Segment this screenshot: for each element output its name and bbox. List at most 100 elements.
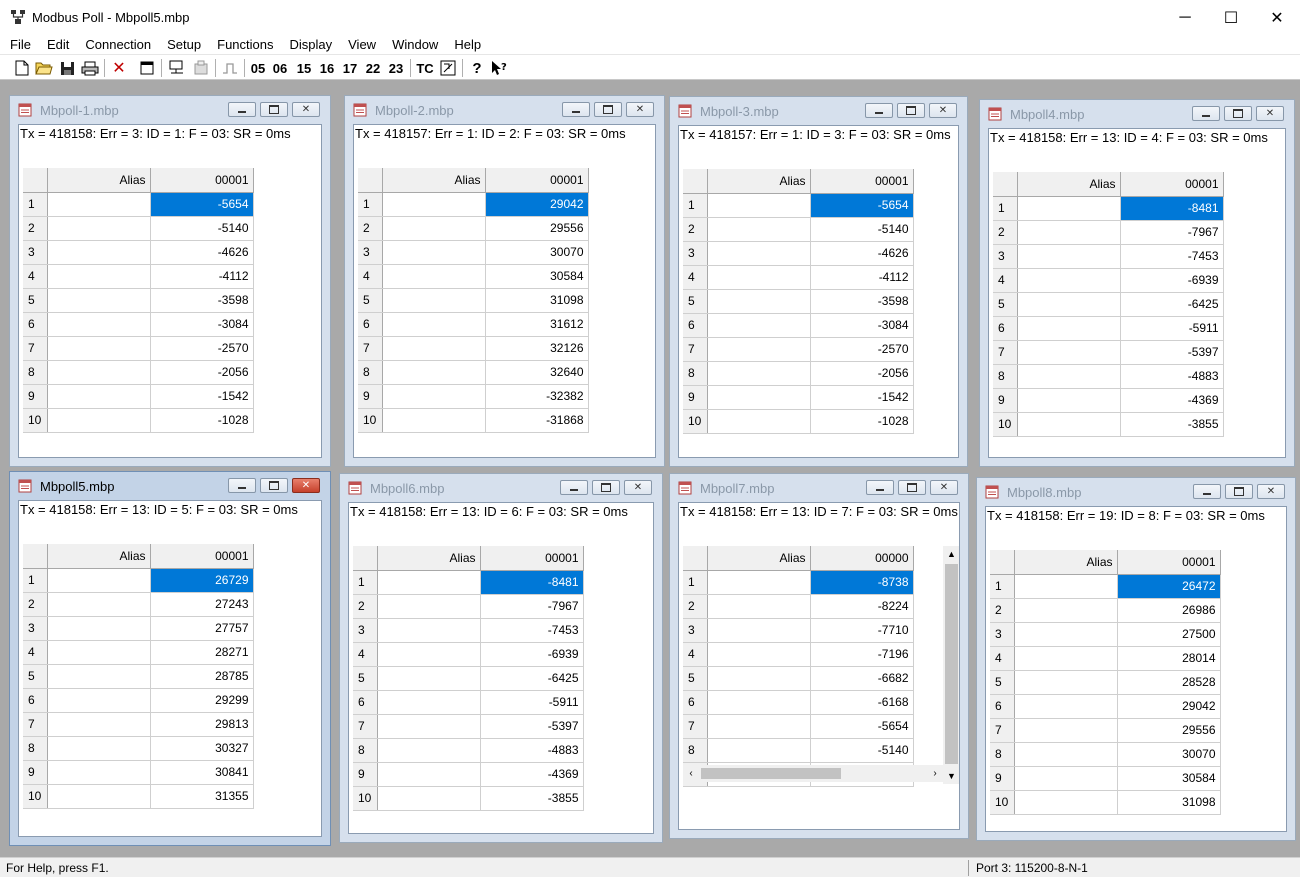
alias-cell[interactable]	[707, 193, 811, 218]
register-value-cell[interactable]: 32126	[485, 336, 589, 361]
alias-cell[interactable]	[47, 408, 151, 433]
register-value-cell[interactable]: -2570	[810, 337, 914, 362]
row-number[interactable]: 9	[23, 384, 48, 409]
alias-cell[interactable]	[47, 360, 151, 385]
alias-column-header[interactable]: Alias	[1014, 550, 1118, 575]
alias-column-header[interactable]: Alias	[377, 546, 481, 571]
register-value-cell[interactable]: -6425	[1120, 292, 1224, 317]
alias-cell[interactable]	[377, 714, 481, 739]
register-value-cell[interactable]: -6682	[810, 666, 914, 691]
register-value-cell[interactable]: -4112	[810, 265, 914, 290]
register-value-cell[interactable]: -3855	[1120, 412, 1224, 437]
function-17-button[interactable]: 17	[340, 58, 360, 78]
row-number[interactable]: 7	[683, 714, 708, 739]
function-15-button[interactable]: 15	[294, 58, 314, 78]
register-value-cell[interactable]: 31355	[150, 784, 254, 809]
register-value-cell[interactable]: -4369	[480, 762, 584, 787]
row-number[interactable]: 5	[23, 288, 48, 313]
alias-cell[interactable]	[47, 264, 151, 289]
save-icon[interactable]	[57, 58, 77, 78]
row-number[interactable]: 5	[990, 670, 1015, 695]
row-number[interactable]: 10	[993, 412, 1018, 437]
row-number[interactable]: 5	[23, 664, 48, 689]
register-value-cell[interactable]: 26729	[150, 568, 254, 593]
vertical-scrollbar[interactable]: ▲ ▼	[943, 546, 959, 784]
alias-cell[interactable]	[707, 690, 811, 715]
alias-cell[interactable]	[47, 288, 151, 313]
menu-edit[interactable]: Edit	[39, 34, 77, 54]
maximize-button[interactable]: ☐	[1208, 0, 1254, 36]
child-minimize-button[interactable]	[228, 102, 256, 117]
child-restore-button[interactable]	[1225, 484, 1253, 499]
address-column-header[interactable]: 00001	[1120, 172, 1224, 197]
alias-cell[interactable]	[382, 312, 486, 337]
open-folder-icon[interactable]	[34, 58, 54, 78]
register-value-cell[interactable]: -8738	[810, 570, 914, 595]
traffic-button[interactable]: TC	[414, 58, 436, 78]
alias-cell[interactable]	[707, 289, 811, 314]
row-number[interactable]: 7	[990, 718, 1015, 743]
print-icon[interactable]	[79, 58, 101, 78]
alias-cell[interactable]	[47, 664, 151, 689]
alias-cell[interactable]	[382, 264, 486, 289]
help-icon[interactable]: ?	[467, 58, 487, 78]
row-number[interactable]: 1	[683, 570, 708, 595]
register-value-cell[interactable]: -5654	[150, 192, 254, 217]
connect-icon[interactable]	[166, 58, 188, 78]
register-value-cell[interactable]: -1028	[810, 409, 914, 434]
register-value-cell[interactable]: 28014	[1117, 646, 1221, 671]
function-22-button[interactable]: 22	[363, 58, 383, 78]
register-value-cell[interactable]: 29556	[485, 216, 589, 241]
child-minimize-button[interactable]	[1192, 106, 1220, 121]
row-number[interactable]: 8	[23, 736, 48, 761]
row-number[interactable]: 6	[993, 316, 1018, 341]
row-number[interactable]: 9	[993, 388, 1018, 413]
alias-cell[interactable]	[1014, 622, 1118, 647]
alias-cell[interactable]	[707, 594, 811, 619]
alias-cell[interactable]	[377, 666, 481, 691]
scroll-down-icon[interactable]: ▼	[943, 768, 959, 784]
row-number[interactable]: 4	[683, 642, 708, 667]
mdi-child-window[interactable]: Mbpoll6.mbp ✕ Tx = 418158: Err = 13: ID = …	[339, 473, 663, 843]
function-23-button[interactable]: 23	[386, 58, 406, 78]
alias-cell[interactable]	[47, 640, 151, 665]
row-number[interactable]: 3	[683, 618, 708, 643]
register-value-cell[interactable]: -2570	[150, 336, 254, 361]
alias-cell[interactable]	[707, 217, 811, 242]
alias-cell[interactable]	[382, 240, 486, 265]
new-file-icon[interactable]	[12, 58, 32, 78]
row-number[interactable]: 4	[23, 264, 48, 289]
row-number[interactable]: 2	[23, 216, 48, 241]
alias-cell[interactable]	[377, 594, 481, 619]
register-value-cell[interactable]: 30841	[150, 760, 254, 785]
address-column-header[interactable]: 00001	[150, 168, 254, 193]
alias-cell[interactable]	[707, 642, 811, 667]
child-close-button[interactable]: ✕	[1257, 484, 1285, 499]
register-value-cell[interactable]: -2056	[810, 361, 914, 386]
child-titlebar[interactable]: Mbpoll4.mbp ✕	[988, 104, 1286, 126]
alias-column-header[interactable]: Alias	[47, 544, 151, 569]
register-value-cell[interactable]: 30584	[1117, 766, 1221, 791]
row-number[interactable]: 7	[23, 336, 48, 361]
alias-cell[interactable]	[707, 714, 811, 739]
child-restore-button[interactable]	[898, 480, 926, 495]
alias-cell[interactable]	[47, 336, 151, 361]
row-number[interactable]: 1	[683, 193, 708, 218]
row-number[interactable]: 8	[353, 738, 378, 763]
row-number[interactable]: 7	[683, 337, 708, 362]
register-value-cell[interactable]: 30584	[485, 264, 589, 289]
register-value-cell[interactable]: -5397	[480, 714, 584, 739]
register-value-cell[interactable]: 29299	[150, 688, 254, 713]
row-number[interactable]: 8	[358, 360, 383, 385]
alias-cell[interactable]	[47, 312, 151, 337]
alias-cell[interactable]	[382, 384, 486, 409]
monitor-icon[interactable]	[438, 58, 458, 78]
row-number[interactable]: 6	[358, 312, 383, 337]
row-number[interactable]: 2	[353, 594, 378, 619]
alias-cell[interactable]	[47, 784, 151, 809]
register-value-cell[interactable]: 28528	[1117, 670, 1221, 695]
function-06-button[interactable]: 06	[270, 58, 290, 78]
register-value-cell[interactable]: -5140	[150, 216, 254, 241]
register-value-cell[interactable]: -5140	[810, 217, 914, 242]
alias-cell[interactable]	[707, 241, 811, 266]
